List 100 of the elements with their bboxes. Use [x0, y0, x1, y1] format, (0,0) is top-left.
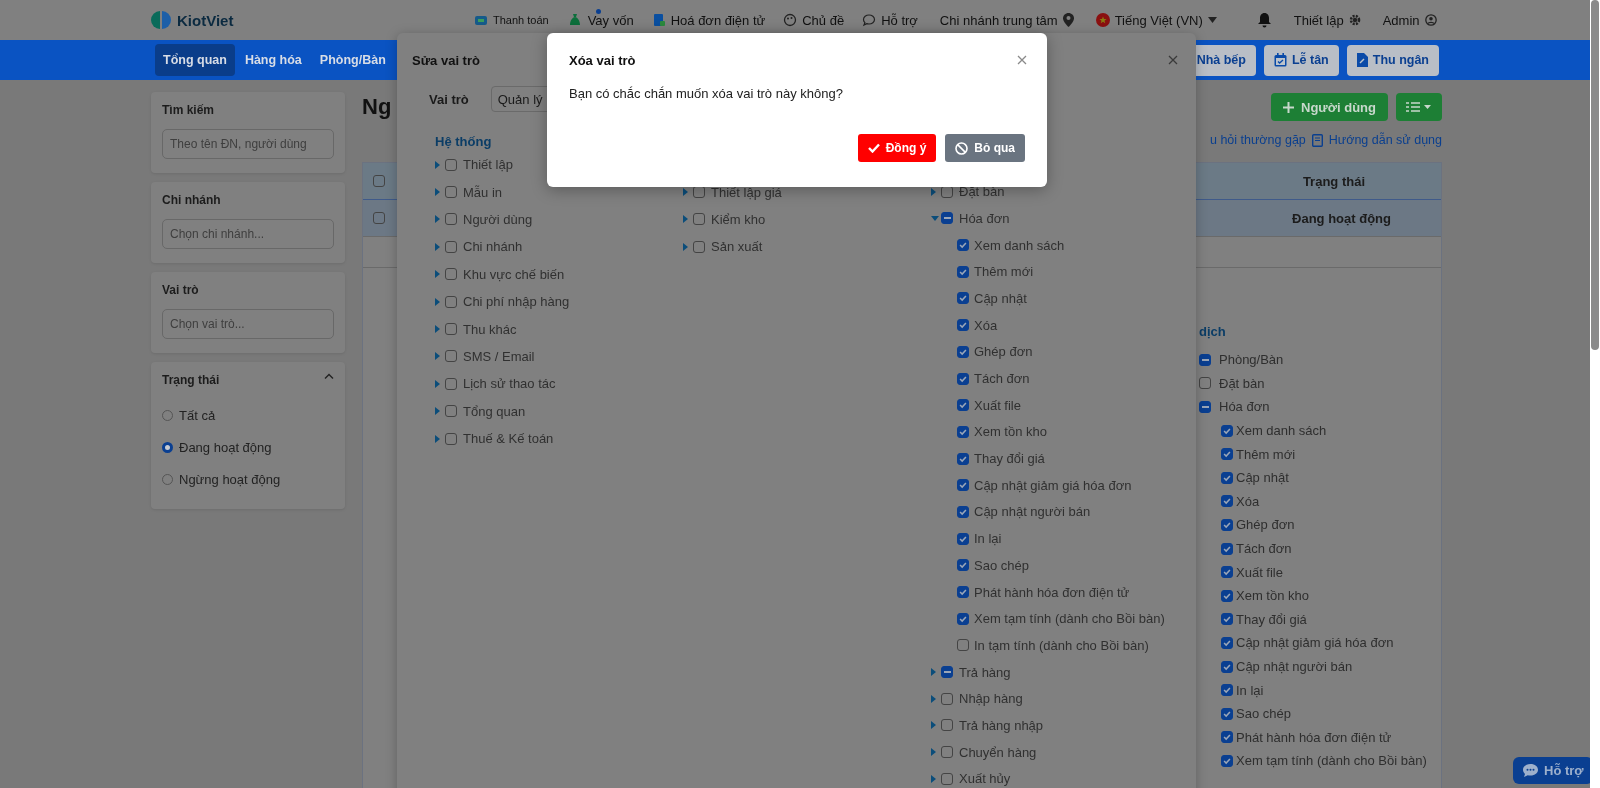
checkbox[interactable] — [1199, 377, 1211, 390]
checkbox[interactable] — [445, 213, 457, 226]
branch-selector[interactable]: Chi nhánh trung tâm — [939, 12, 1074, 28]
caret-icon[interactable] — [931, 215, 939, 221]
checkbox[interactable] — [957, 586, 969, 599]
checkbox[interactable] — [957, 479, 969, 492]
caret-icon[interactable] — [435, 352, 440, 361]
view-options-button[interactable] — [1396, 93, 1442, 121]
checkbox[interactable] — [373, 212, 385, 224]
checkbox[interactable] — [957, 639, 969, 652]
caret-icon[interactable] — [435, 188, 440, 197]
checkbox[interactable] — [941, 746, 953, 759]
logo-text[interactable]: KiotViet — [177, 11, 234, 29]
add-user-button[interactable]: Người dùng — [1271, 93, 1388, 121]
checkbox[interactable] — [941, 212, 953, 225]
checkbox[interactable] — [1221, 707, 1233, 720]
caret-icon[interactable] — [683, 215, 688, 224]
checkbox[interactable] — [373, 175, 385, 187]
nav-action-button[interactable]: Nhà bếp — [1193, 44, 1256, 76]
checkbox[interactable] — [445, 158, 457, 171]
checkbox[interactable] — [1221, 684, 1233, 697]
checkbox[interactable] — [957, 559, 969, 572]
checkbox[interactable] — [1221, 471, 1233, 484]
scrollbar[interactable] — [1590, 0, 1600, 788]
caret-icon[interactable] — [931, 187, 936, 196]
checkbox[interactable] — [941, 666, 953, 679]
settings-link[interactable]: Thiết lập — [1293, 12, 1361, 28]
caret-icon[interactable] — [435, 407, 440, 416]
top-link[interactable]: Hoá đơn điện tử — [651, 12, 766, 28]
caret-icon[interactable] — [683, 188, 688, 197]
top-link[interactable]: Vay vốn — [566, 12, 634, 28]
checkbox[interactable] — [1221, 424, 1233, 437]
checkbox[interactable] — [957, 532, 969, 545]
checkbox[interactable] — [1221, 754, 1233, 767]
checkbox[interactable] — [445, 405, 457, 418]
checkbox[interactable] — [957, 239, 969, 252]
checkbox[interactable] — [941, 772, 953, 785]
caret-icon[interactable] — [931, 668, 936, 677]
nav-tab[interactable]: Hàng hóa — [236, 44, 310, 76]
caret-icon[interactable] — [435, 270, 440, 279]
checkbox[interactable] — [941, 692, 953, 705]
checkbox[interactable] — [957, 345, 969, 358]
checkbox[interactable] — [1221, 613, 1233, 626]
close-icon[interactable] — [1168, 55, 1178, 65]
checkbox[interactable] — [1221, 448, 1233, 461]
nav-action-button[interactable]: Thu ngân — [1346, 44, 1439, 76]
top-link[interactable]: Thanh toán — [474, 12, 549, 28]
checkbox[interactable] — [957, 506, 969, 518]
caret-icon[interactable] — [435, 434, 440, 443]
checkbox[interactable] — [941, 719, 953, 732]
filter-field[interactable]: Chọn vai trò... — [162, 309, 334, 339]
checkbox[interactable] — [445, 186, 457, 199]
chevron-icon[interactable] — [324, 373, 334, 379]
bell-icon[interactable] — [1256, 12, 1272, 28]
radio-button[interactable] — [162, 441, 173, 453]
checkbox[interactable] — [1221, 518, 1233, 531]
top-link[interactable]: Chủ đề — [783, 12, 845, 28]
caret-icon[interactable] — [435, 242, 440, 251]
checkbox[interactable] — [1199, 401, 1211, 413]
caret-icon[interactable] — [435, 215, 440, 224]
caret-icon[interactable] — [931, 774, 936, 783]
checkbox[interactable] — [957, 319, 969, 332]
checkbox[interactable] — [1199, 353, 1211, 366]
checkbox[interactable] — [957, 292, 969, 305]
filter-field[interactable]: Theo tên ĐN, người dùng — [162, 129, 334, 159]
caret-icon[interactable] — [435, 297, 440, 306]
checkbox[interactable] — [957, 612, 969, 625]
checkbox[interactable] — [957, 452, 969, 465]
caret-icon[interactable] — [931, 748, 936, 757]
checkbox[interactable] — [1221, 495, 1233, 508]
user-menu[interactable]: Admin — [1382, 12, 1437, 28]
checkbox[interactable] — [445, 377, 457, 390]
cancel-button[interactable]: Bỏ qua — [945, 134, 1025, 162]
checkbox[interactable] — [957, 372, 969, 385]
checkbox[interactable] — [693, 213, 705, 226]
checkbox[interactable] — [1221, 542, 1233, 555]
checkbox[interactable] — [957, 399, 969, 412]
confirm-button[interactable]: Đồng ý — [857, 134, 937, 162]
caret-icon[interactable] — [931, 721, 936, 730]
caret-icon[interactable] — [683, 242, 688, 251]
language-selector[interactable]: Tiếng Việt (VN) — [1095, 12, 1217, 28]
filter-field[interactable]: Chọn chi nhánh... — [162, 219, 334, 249]
checkbox[interactable] — [957, 425, 969, 438]
nav-tab[interactable]: Tổng quan — [155, 44, 235, 76]
checkbox[interactable] — [445, 295, 457, 308]
caret-icon[interactable] — [931, 694, 936, 703]
caret-icon[interactable] — [435, 325, 440, 334]
checkbox[interactable] — [445, 268, 457, 281]
caret-icon[interactable] — [435, 379, 440, 388]
checkbox[interactable] — [1221, 636, 1233, 649]
nav-action-button[interactable]: Lễ tân — [1263, 44, 1339, 76]
checkbox[interactable] — [445, 350, 457, 363]
checkbox[interactable] — [445, 240, 457, 253]
checkbox[interactable] — [445, 323, 457, 336]
checkbox[interactable] — [1221, 566, 1233, 579]
checkbox[interactable] — [1221, 589, 1233, 602]
checkbox[interactable] — [693, 240, 705, 253]
checkbox[interactable] — [445, 432, 457, 445]
caret-icon[interactable] — [435, 160, 440, 169]
close-icon[interactable] — [1017, 55, 1027, 65]
